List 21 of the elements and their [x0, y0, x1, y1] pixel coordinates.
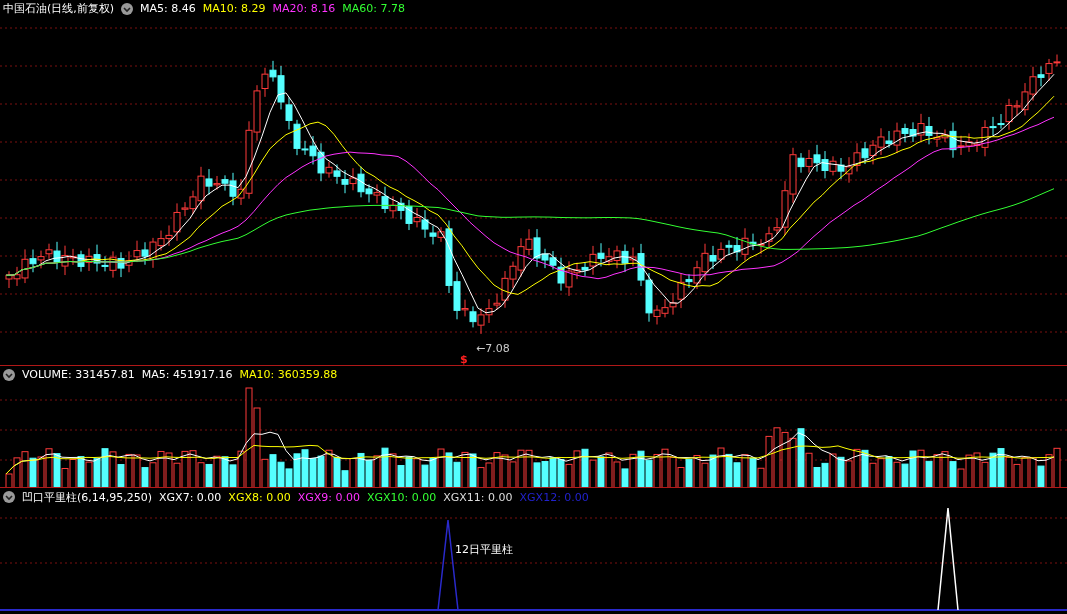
- indicator-value: MA5: 8.46: [140, 2, 196, 15]
- low-price-label: ←7.08: [476, 342, 510, 355]
- indicator-title: 凹口平里柱(6,14,95,250): [22, 489, 153, 505]
- indicator-value: XGX8: 0.00: [228, 490, 291, 504]
- dropdown-icon[interactable]: [3, 491, 15, 503]
- dropdown-icon[interactable]: [121, 2, 134, 15]
- indicator-value: MA10: 360359.88: [239, 368, 338, 382]
- indicator-value: XGX9: 0.00: [297, 490, 360, 504]
- indicator-value: VOLUME: 331457.81: [22, 368, 135, 382]
- dropdown-icon[interactable]: [3, 368, 15, 381]
- indicator-value: MA60: 7.78: [342, 2, 405, 15]
- signal-marker: $: [460, 353, 468, 366]
- indicator-value: MA5: 451917.16: [141, 368, 233, 382]
- indicator-value: MA20: 8.16: [272, 2, 336, 15]
- indicator-value: XGX10: 0.00: [366, 490, 437, 504]
- stock-title: 中国石油(日线,前复权): [3, 1, 115, 16]
- indicator-value: XGX11: 0.00: [443, 490, 513, 504]
- indicator-value: XGX12: 0.00: [519, 490, 589, 504]
- signal-label: 12日平里柱: [455, 542, 513, 557]
- indicator-value: XGX7: 0.00: [159, 490, 222, 504]
- indicator-value: MA10: 8.29: [202, 2, 266, 15]
